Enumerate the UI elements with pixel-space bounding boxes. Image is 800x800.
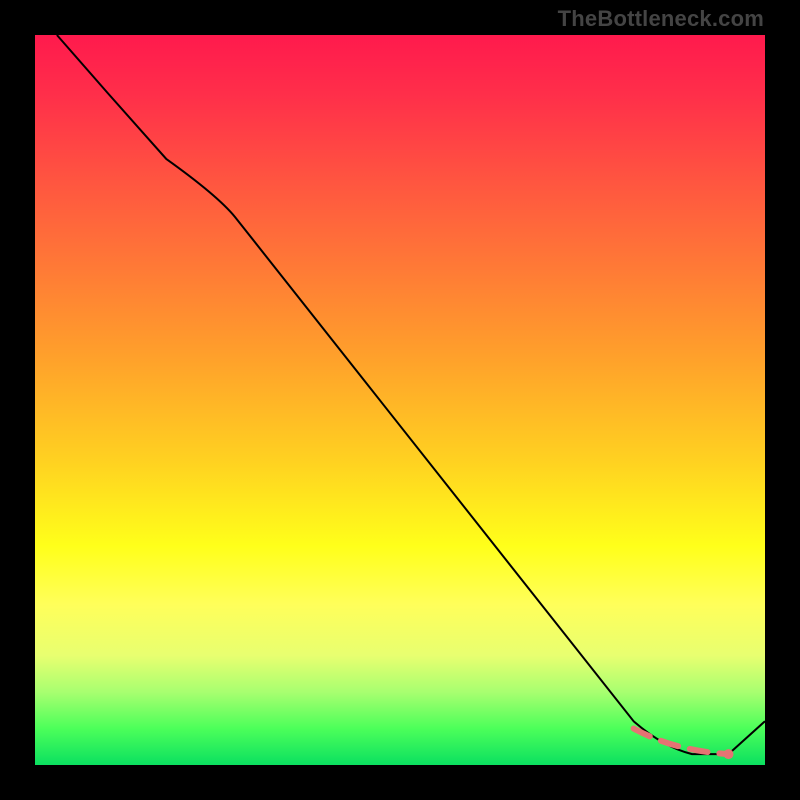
watermark-label: TheBottleneck.com xyxy=(558,6,764,32)
bottleneck-curve xyxy=(57,35,765,754)
chart-frame: TheBottleneck.com xyxy=(0,0,800,800)
chart-svg xyxy=(35,35,765,765)
plot-area xyxy=(35,35,765,765)
optimal-point-marker xyxy=(724,749,734,759)
